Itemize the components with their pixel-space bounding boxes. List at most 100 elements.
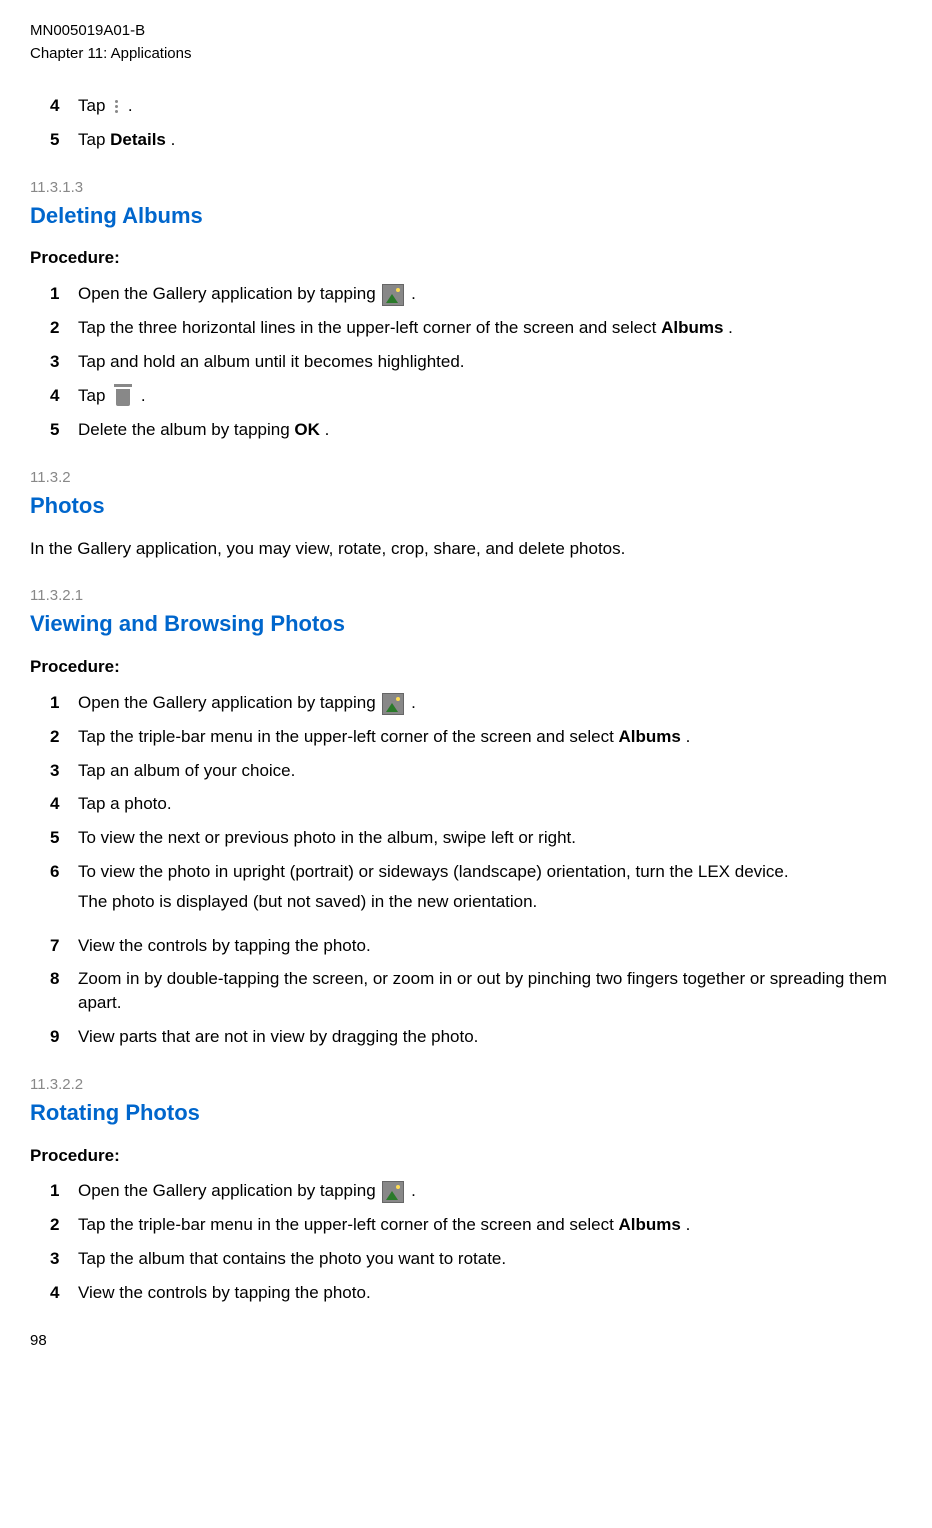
- document-id: MN005019A01-B: [30, 20, 912, 41]
- rotating-photos-steps: 1 Open the Gallery application by tappin…: [30, 1179, 912, 1304]
- bold-text: Albums: [619, 727, 681, 746]
- section-title: Photos: [30, 491, 912, 522]
- step-text: View parts that are not in view by dragg…: [78, 1025, 912, 1049]
- step-text: Tap the triple-bar menu in the upper-lef…: [78, 1213, 912, 1237]
- procedure-label: Procedure:: [30, 1144, 912, 1168]
- step-subtext: The photo is displayed (but not saved) i…: [78, 890, 912, 914]
- step-number: 2: [50, 1213, 78, 1237]
- step-text: Delete the album by tapping OK .: [78, 418, 912, 442]
- step-item: 5 Delete the album by tapping OK .: [50, 418, 912, 442]
- step-item: 2 Tap the triple-bar menu in the upper-l…: [50, 725, 912, 749]
- step-text: View the controls by tapping the photo.: [78, 934, 912, 958]
- step-text: To view the next or previous photo in th…: [78, 826, 912, 850]
- step-item: 2 Tap the triple-bar menu in the upper-l…: [50, 1213, 912, 1237]
- step-text: Tap Details .: [78, 128, 912, 152]
- text-fragment: To view the photo in upright (portrait) …: [78, 862, 789, 881]
- text-fragment: .: [411, 1181, 416, 1200]
- step-number: 1: [50, 691, 78, 715]
- bold-text: Albums: [661, 318, 723, 337]
- step-number: 5: [50, 826, 78, 850]
- step-item: 5 To view the next or previous photo in …: [50, 826, 912, 850]
- step-item: 4 Tap a photo.: [50, 792, 912, 816]
- step-number: 6: [50, 860, 78, 884]
- text-fragment: Tap the triple-bar menu in the upper-lef…: [78, 1215, 619, 1234]
- text-fragment: Tap: [78, 130, 110, 149]
- page-number: 98: [30, 1330, 912, 1351]
- step-item: 7 View the controls by tapping the photo…: [50, 934, 912, 958]
- text-fragment: .: [728, 318, 733, 337]
- step-text: Tap an album of your choice.: [78, 759, 912, 783]
- step-number: 9: [50, 1025, 78, 1049]
- step-item: 4 Tap .: [50, 384, 912, 409]
- text-fragment: Delete the album by tapping: [78, 420, 294, 439]
- deleting-albums-steps: 1 Open the Gallery application by tappin…: [30, 282, 912, 442]
- step-text: Tap the three horizontal lines in the up…: [78, 316, 912, 340]
- step-number: 4: [50, 94, 78, 118]
- step-text: To view the photo in upright (portrait) …: [78, 860, 912, 924]
- text-fragment: .: [411, 693, 416, 712]
- text-fragment: Open the Gallery application by tapping: [78, 1181, 380, 1200]
- step-text: Tap the triple-bar menu in the upper-lef…: [78, 725, 912, 749]
- text-fragment: .: [411, 284, 416, 303]
- step-text: Open the Gallery application by tapping …: [78, 282, 912, 306]
- step-text: Tap and hold an album until it becomes h…: [78, 350, 912, 374]
- text-fragment: Tap: [78, 96, 110, 115]
- step-number: 7: [50, 934, 78, 958]
- step-text: Tap the album that contains the photo yo…: [78, 1247, 912, 1271]
- procedure-label: Procedure:: [30, 655, 912, 679]
- step-number: 1: [50, 1179, 78, 1203]
- step-text: Zoom in by double-tapping the screen, or…: [78, 967, 912, 1015]
- step-item: 9 View parts that are not in view by dra…: [50, 1025, 912, 1049]
- text-fragment: Tap the three horizontal lines in the up…: [78, 318, 661, 337]
- step-item: 3 Tap and hold an album until it becomes…: [50, 350, 912, 374]
- section-title: Viewing and Browsing Photos: [30, 609, 912, 640]
- step-item: 5 Tap Details .: [50, 128, 912, 152]
- text-fragment: .: [141, 386, 146, 405]
- step-number: 3: [50, 350, 78, 374]
- section-number: 11.3.2: [30, 467, 912, 488]
- step-text: Open the Gallery application by tapping …: [78, 691, 912, 715]
- text-fragment: .: [171, 130, 176, 149]
- more-vertical-icon: [112, 100, 121, 113]
- step-text: Tap a photo.: [78, 792, 912, 816]
- text-fragment: Open the Gallery application by tapping: [78, 693, 380, 712]
- step-number: 8: [50, 967, 78, 991]
- step-item: 4 Tap .: [50, 94, 912, 118]
- step-item: 6 To view the photo in upright (portrait…: [50, 860, 912, 924]
- trash-icon: [112, 384, 134, 408]
- top-step-list: 4 Tap . 5 Tap Details .: [30, 94, 912, 152]
- step-item: 2 Tap the three horizontal lines in the …: [50, 316, 912, 340]
- text-fragment: Tap: [78, 386, 110, 405]
- step-item: 1 Open the Gallery application by tappin…: [50, 282, 912, 306]
- text-fragment: .: [686, 727, 691, 746]
- text-fragment: Open the Gallery application by tapping: [78, 284, 380, 303]
- section-number: 11.3.1.3: [30, 177, 912, 198]
- gallery-icon: [382, 284, 404, 306]
- section-title: Rotating Photos: [30, 1098, 912, 1129]
- procedure-label: Procedure:: [30, 246, 912, 270]
- step-item: 4 View the controls by tapping the photo…: [50, 1281, 912, 1305]
- bold-text: Albums: [619, 1215, 681, 1234]
- text-fragment: .: [128, 96, 133, 115]
- step-item: 3 Tap the album that contains the photo …: [50, 1247, 912, 1271]
- step-text: View the controls by tapping the photo.: [78, 1281, 912, 1305]
- text-fragment: .: [686, 1215, 691, 1234]
- step-number: 5: [50, 418, 78, 442]
- section-title: Deleting Albums: [30, 201, 912, 232]
- bold-text: OK: [294, 420, 320, 439]
- step-number: 4: [50, 1281, 78, 1305]
- bold-text: Details: [110, 130, 166, 149]
- step-item: 1 Open the Gallery application by tappin…: [50, 691, 912, 715]
- step-number: 3: [50, 759, 78, 783]
- step-number: 4: [50, 792, 78, 816]
- section-intro: In the Gallery application, you may view…: [30, 537, 912, 561]
- text-fragment: .: [325, 420, 330, 439]
- chapter-label: Chapter 11: Applications: [30, 43, 912, 64]
- step-item: 8 Zoom in by double-tapping the screen, …: [50, 967, 912, 1015]
- text-fragment: Tap the triple-bar menu in the upper-lef…: [78, 727, 619, 746]
- step-text: Tap .: [78, 384, 912, 409]
- gallery-icon: [382, 693, 404, 715]
- step-number: 4: [50, 384, 78, 408]
- step-item: 3 Tap an album of your choice.: [50, 759, 912, 783]
- section-number: 11.3.2.2: [30, 1074, 912, 1095]
